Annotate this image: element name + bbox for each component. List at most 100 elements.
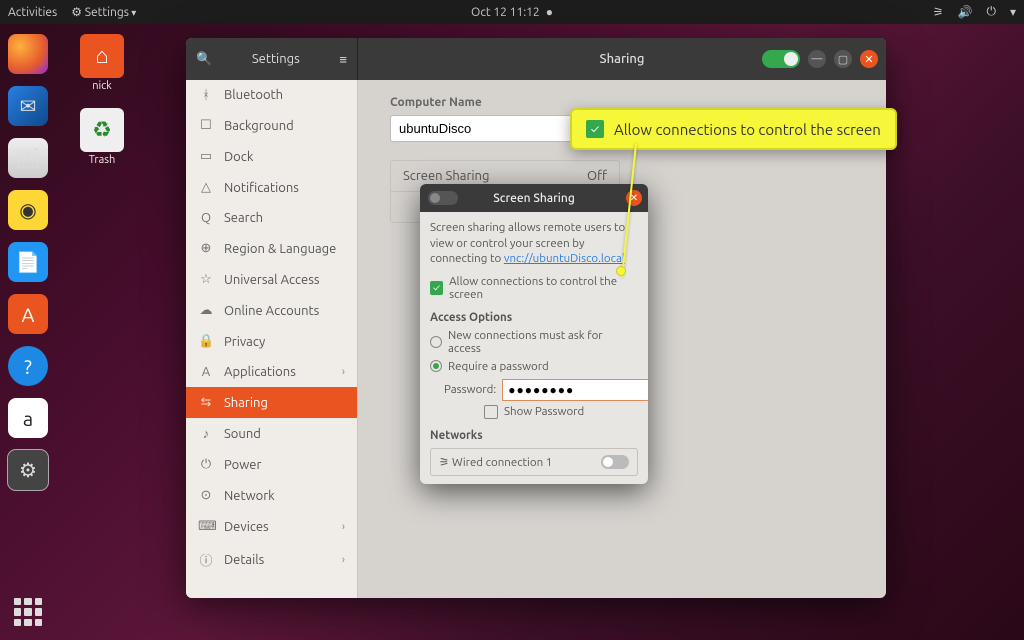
launcher-help[interactable]: ?	[8, 346, 48, 386]
sidebar-icon: △	[198, 180, 214, 195]
screen-sharing-dialog: Screen Sharing ✕ Screen sharing allows r…	[420, 184, 648, 484]
allow-control-checkbox[interactable]: ✓	[430, 281, 443, 295]
row-value: Off	[587, 169, 607, 183]
sidebar-item-online-accounts[interactable]: ☁ Online Accounts	[186, 295, 357, 326]
chevron-right-icon: ›	[342, 554, 345, 566]
network-toggle[interactable]	[601, 455, 629, 469]
desktop-icon-home[interactable]: ⌂ nick	[74, 34, 130, 92]
sidebar-icon: ⊙	[198, 488, 214, 503]
sidebar-item-details[interactable]: ⓘ Details ›	[186, 542, 357, 577]
show-applications-button[interactable]	[14, 598, 42, 626]
callout-checkbox-icon: ✓	[586, 120, 604, 138]
network-row: ⚞ Wired connection 1	[430, 448, 638, 476]
sidebar-item-label: Details	[224, 553, 264, 567]
sidebar-item-label: Region & Language	[224, 242, 336, 256]
sidebar-title: Settings	[252, 52, 300, 66]
power-icon[interactable]: ⏻	[986, 5, 996, 19]
sidebar-item-network[interactable]: ⊙Network	[186, 480, 357, 511]
password-input[interactable]	[502, 379, 648, 401]
sidebar-icon: ⌨	[198, 519, 214, 534]
volume-icon[interactable]: 🔊	[958, 5, 973, 19]
sidebar-item-devices[interactable]: ⌨Devices›	[186, 511, 357, 542]
sidebar-icon: A	[198, 365, 214, 379]
sidebar-item-label: Applications	[224, 365, 296, 379]
callout-pointer-dot	[616, 266, 626, 276]
launcher-dock: ✉ 🗂 ◉ 📄 A ? a ⚙	[0, 24, 56, 640]
sidebar-item-dock[interactable]: ▭Dock	[186, 141, 357, 172]
desktop-icon-label: nick	[74, 80, 130, 92]
row-label: Screen Sharing	[403, 169, 489, 183]
launcher-thunderbird[interactable]: ✉	[8, 86, 48, 126]
sidebar-icon: ⓘ	[198, 550, 214, 569]
networks-header: Networks	[430, 429, 638, 442]
network-name: Wired connection 1	[452, 456, 552, 469]
sidebar-item-label: Online Accounts	[224, 304, 319, 318]
sidebar-item-bluetooth[interactable]: ᚼ Bluetooth	[186, 80, 357, 110]
dialog-titlebar: Screen Sharing ✕	[420, 184, 648, 212]
radio-require-password[interactable]	[430, 360, 442, 372]
network-icon[interactable]: ⚞	[933, 5, 944, 19]
sidebar-icon: ☐	[198, 118, 214, 133]
sidebar-item-search[interactable]: QSearch	[186, 203, 357, 233]
launcher-software[interactable]: A	[8, 294, 48, 334]
sidebar-item-applications[interactable]: A Applications ›	[186, 357, 357, 387]
sidebar-item-sound[interactable]: ♪ Sound	[186, 418, 357, 449]
page-title: Sharing	[600, 52, 645, 66]
launcher-settings[interactable]: ⚙	[8, 450, 48, 490]
close-button[interactable]: ✕	[860, 50, 878, 68]
launcher-firefox[interactable]	[8, 34, 48, 74]
sidebar-item-label: Bluetooth	[224, 88, 283, 102]
radio-ask-label: New connections must ask for access	[448, 329, 638, 355]
sidebar-item-sharing[interactable]: ⇆Sharing	[186, 387, 357, 418]
sidebar-item-universal-access[interactable]: ☆ Universal Access	[186, 264, 357, 295]
chevron-right-icon: ›	[342, 366, 345, 378]
sidebar-icon: ▭	[198, 149, 214, 164]
sidebar-icon: 🔒	[198, 334, 214, 349]
sidebar-icon: ⇆	[198, 395, 214, 410]
radio-password-label: Require a password	[448, 360, 549, 373]
sidebar-icon: ☆	[198, 272, 214, 287]
chevron-down-icon[interactable]: ▾	[1010, 5, 1016, 19]
show-password-checkbox[interactable]	[484, 405, 498, 419]
settings-menu[interactable]: ⚙ Settings	[71, 5, 136, 19]
sidebar-item-label: Search	[224, 211, 263, 225]
radio-ask-access[interactable]	[430, 336, 442, 348]
sidebar-item-label: Notifications	[224, 181, 299, 195]
window-titlebar: 🔍 Settings ≡ Sharing — ▢ ✕	[186, 38, 886, 80]
password-label: Password:	[444, 383, 496, 396]
minimize-button[interactable]: —	[808, 50, 826, 68]
sidebar-item-background[interactable]: ☐ Background	[186, 110, 357, 141]
vnc-link[interactable]: vnc://ubuntuDisco.local	[504, 252, 625, 265]
sidebar-icon: ♪	[198, 426, 214, 441]
screen-sharing-toggle[interactable]	[428, 191, 458, 205]
desktop-icon-trash[interactable]: ♻ Trash	[74, 108, 130, 166]
sidebar-item-label: Background	[224, 119, 294, 133]
search-icon[interactable]: 🔍	[196, 52, 212, 67]
callout-highlight: ✓ Allow connections to control the scree…	[570, 108, 897, 150]
activities-button[interactable]: Activities	[8, 6, 57, 19]
launcher-rhythmbox[interactable]: ◉	[8, 190, 48, 230]
home-folder-icon: ⌂	[80, 34, 124, 78]
sidebar-item-label: Universal Access	[224, 273, 319, 287]
sidebar-item-label: Power	[224, 458, 261, 472]
sidebar-icon: ᚼ	[198, 88, 214, 102]
launcher-writer[interactable]: 📄	[8, 242, 48, 282]
show-password-label: Show Password	[504, 405, 584, 418]
launcher-files[interactable]: 🗂	[8, 138, 48, 178]
sharing-master-toggle[interactable]	[762, 50, 800, 68]
gear-icon: ⚙	[71, 6, 85, 19]
sidebar-item-label: Privacy	[224, 335, 265, 349]
settings-sidebar: ᚼ Bluetooth ☐ Background ▭Dock △ Notifications…	[186, 80, 358, 598]
sidebar-icon: ☁	[198, 303, 214, 318]
clock[interactable]: Oct 12 11:12	[471, 6, 540, 19]
allow-control-label: Allow connections to control the screen	[449, 275, 638, 301]
sidebar-item-privacy[interactable]: 🔒 Privacy	[186, 326, 357, 357]
hamburger-icon[interactable]: ≡	[339, 52, 347, 67]
sidebar-item-power[interactable]: ⏻Power	[186, 449, 357, 480]
sidebar-item-notifications[interactable]: △ Notifications	[186, 172, 357, 203]
sidebar-item-region-language[interactable]: ⊕Region & Language	[186, 233, 357, 264]
sidebar-item-label: Sound	[224, 427, 261, 441]
desktop-icon-label: Trash	[74, 154, 130, 166]
launcher-amazon[interactable]: a	[8, 398, 48, 438]
maximize-button[interactable]: ▢	[834, 50, 852, 68]
